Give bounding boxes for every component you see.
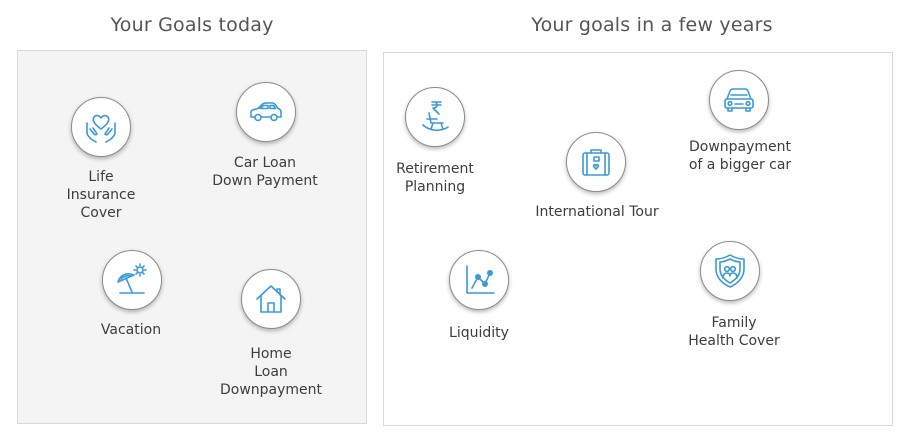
family-shield-icon [700,241,760,301]
beach-umbrella-icon [102,250,162,310]
goal-label: Life Insurance Cover [66,169,136,221]
line-chart-icon [449,250,509,310]
goal-label: Family Health Cover [688,315,780,349]
goal-label: Car Loan Down Payment [212,155,318,189]
goal-label: International Tour [535,204,659,220]
rocking-chair-rupee-icon [405,87,465,147]
goal-label: Vacation [100,322,162,338]
goals-future-title: Your goals in a few years [531,14,773,36]
house-icon [241,269,301,329]
suitcase-icon [566,132,626,192]
goal-label: Home Loan Downpayment [219,346,323,398]
goals-today-panel: Life Insurance Cover Car Loan Down Payme… [17,50,367,424]
heart-hands-icon [71,97,131,157]
car-front-icon [709,70,769,130]
goal-label: Downpayment of a bigger car [688,139,792,173]
goals-today-title: Your Goals today [110,14,274,36]
goal-label: Liquidity [449,325,509,341]
goals-future-panel: Retirement Planning International Tour D… [383,52,893,426]
car-icon [236,82,296,142]
goal-label: Retirement Planning [396,161,474,195]
